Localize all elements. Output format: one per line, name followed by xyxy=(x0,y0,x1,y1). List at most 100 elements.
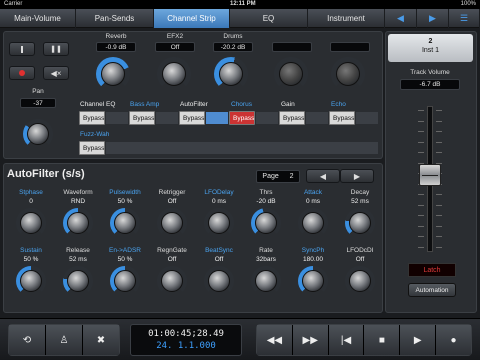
instrument-number: 2 xyxy=(428,38,433,45)
param-knob[interactable] xyxy=(204,208,234,238)
param-value: 32bars xyxy=(256,256,276,263)
automation-button[interactable]: Automation xyxy=(408,283,456,297)
slot-echo[interactable] xyxy=(355,111,379,125)
param-label: Waveform xyxy=(63,189,93,196)
param-value: 52 ms xyxy=(69,256,87,263)
phase-button[interactable]: ❚❚ xyxy=(43,42,69,56)
bypass-bass-amp-button[interactable]: Bypass xyxy=(129,111,155,125)
stop-icon[interactable]: ■ xyxy=(364,325,401,355)
bypass-autofilter-button[interactable]: Bypass xyxy=(179,111,205,125)
speaker-mute-icon: ◀× xyxy=(50,68,62,78)
slot-channel-eq[interactable] xyxy=(105,111,129,125)
bypass-fuzz-wah-button[interactable]: Bypass xyxy=(79,141,105,155)
send-2-knob[interactable] xyxy=(157,57,191,91)
clock: 12:11 PM xyxy=(230,1,256,7)
cycle-icon[interactable]: ⟲ xyxy=(9,325,46,355)
page-prev-button[interactable]: ◀ xyxy=(306,169,340,183)
bypass-channel-eq-button[interactable]: Bypass xyxy=(79,111,105,125)
bar-position: 24. 1.1.000 xyxy=(156,341,216,351)
param-knob[interactable] xyxy=(251,266,281,296)
next-arrow-icon[interactable]: ▶ xyxy=(417,9,449,28)
fader-tick xyxy=(418,246,424,248)
slot-bass-amp[interactable] xyxy=(155,111,179,125)
count-in-icon[interactable]: ✖ xyxy=(83,325,119,355)
param-knob[interactable] xyxy=(110,208,140,238)
param-value: 50 % xyxy=(23,256,39,263)
param-knob[interactable] xyxy=(345,208,375,238)
param-value: 0 xyxy=(29,198,33,205)
param-knob[interactable] xyxy=(298,266,328,296)
tab-main-volume[interactable]: Main-Volume xyxy=(0,9,76,28)
send-3-value: -20.2 dB xyxy=(213,42,253,52)
param-knob[interactable] xyxy=(110,266,140,296)
fader-tick xyxy=(436,131,442,132)
strip-label-gain: Gain xyxy=(281,101,295,108)
bypass-gain-button[interactable]: Bypass xyxy=(279,111,305,125)
status-bar: Carrier 12:11 PM 100% xyxy=(0,0,480,9)
param-label: LFODcDI xyxy=(346,247,374,254)
fader-tick xyxy=(436,120,442,122)
mute-button[interactable]: ◀× xyxy=(43,66,69,80)
param-knob[interactable] xyxy=(63,266,93,296)
fast-forward-icon[interactable]: ▶▶ xyxy=(292,325,329,355)
go-to-start-icon[interactable]: |◀ xyxy=(328,325,365,355)
param-knob[interactable] xyxy=(251,208,281,238)
pause-icon: ❚❚ xyxy=(50,46,62,53)
send-1-knob[interactable] xyxy=(96,57,130,91)
rewind-icon[interactable]: ◀◀ xyxy=(257,325,293,355)
param-knob[interactable] xyxy=(345,266,375,296)
menu-icon[interactable]: ☰ xyxy=(449,9,480,28)
fader-tick xyxy=(418,204,424,206)
metronome-icon[interactable]: ♙ xyxy=(46,325,83,355)
slot-gain[interactable] xyxy=(305,111,329,125)
param-knob[interactable] xyxy=(63,208,93,238)
bypass-echo-button[interactable]: Bypass xyxy=(329,111,355,125)
prev-page-icon: ◀ xyxy=(319,171,327,181)
param-value: -20 dB xyxy=(256,198,276,205)
send-5-value xyxy=(330,42,370,52)
slot-chorus[interactable] xyxy=(255,111,279,125)
fader-tick xyxy=(436,204,442,206)
param-label: LFODelay xyxy=(204,189,234,196)
latch-mode-display[interactable]: Latch xyxy=(408,263,456,277)
param-knob[interactable] xyxy=(298,208,328,238)
record-icon[interactable]: ● xyxy=(436,325,471,355)
timecode: 01:00:45;28.49 xyxy=(148,329,224,339)
tab-instrument[interactable]: Instrument xyxy=(308,9,385,28)
fader-tick xyxy=(418,141,424,143)
input-monitor-button[interactable] xyxy=(9,42,35,56)
tab-pan-sends[interactable]: Pan-Sends xyxy=(76,9,154,28)
strip-label-echo: Echo xyxy=(331,101,346,108)
slot-autofilter-selected[interactable] xyxy=(205,111,229,125)
param-value: Off xyxy=(214,256,224,263)
param-value: Off xyxy=(355,256,365,263)
prev-arrow-icon[interactable]: ◀ xyxy=(385,9,417,28)
fader-tick xyxy=(436,236,442,237)
send-4-knob[interactable] xyxy=(274,57,308,91)
send-3-knob[interactable] xyxy=(214,57,248,91)
param-knob[interactable] xyxy=(16,266,46,296)
send-5-knob[interactable] xyxy=(331,57,365,91)
track-volume-fader-handle[interactable] xyxy=(419,164,441,186)
param-label: Pulsewidth xyxy=(109,189,141,196)
play-icon[interactable]: ▶ xyxy=(400,325,437,355)
param-knob[interactable] xyxy=(204,266,234,296)
param-knob[interactable] xyxy=(157,266,187,296)
send-4-value xyxy=(272,42,312,52)
page-selector[interactable]: Page 2 xyxy=(256,170,300,183)
instrument-display[interactable]: 2 Inst 1 xyxy=(388,34,473,62)
pan-knob[interactable] xyxy=(23,119,53,149)
param-label: Rate xyxy=(259,247,273,254)
param-value: 52 ms xyxy=(351,198,369,205)
param-label: Attack xyxy=(303,189,323,196)
fader-tick xyxy=(436,141,442,143)
page-next-button[interactable]: ▶ xyxy=(340,169,374,183)
param-knob[interactable] xyxy=(157,208,187,238)
param-knob[interactable] xyxy=(16,208,46,238)
bypass-chorus-button[interactable]: Bypass xyxy=(229,111,255,125)
record-enable-button[interactable] xyxy=(9,66,35,80)
slot-fuzz-wah-row[interactable] xyxy=(105,141,379,155)
strip-label-chorus: Chorus xyxy=(231,101,252,108)
tab-eq[interactable]: EQ xyxy=(230,9,308,28)
tab-channel-strip[interactable]: Channel Strip xyxy=(154,9,230,28)
